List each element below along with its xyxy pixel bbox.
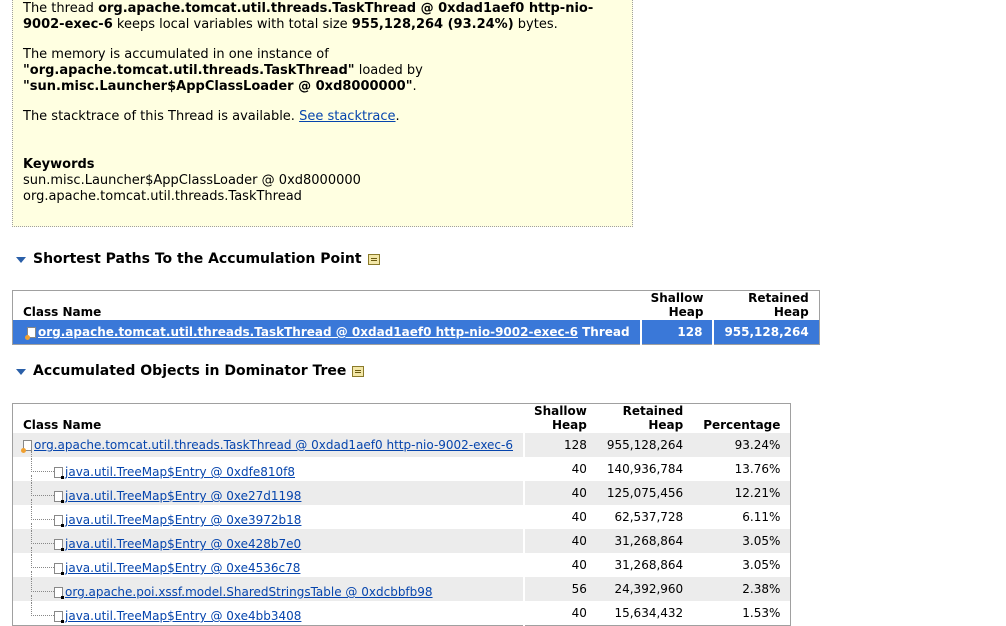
description-paragraph-3: The stacktrace of this Thread is availab…: [23, 109, 400, 124]
retained-heap-cell: 140,936,784: [606, 462, 684, 476]
object-link[interactable]: java.util.TreeMap$Entry @ 0xe428b7e0: [65, 537, 301, 551]
retained-heap-cell: 125,075,456: [596, 481, 694, 505]
shallow-heap-cell: 40: [571, 606, 587, 620]
description-paragraph-2: The memory is accumulated in one instanc…: [23, 47, 423, 94]
percentage-cell: 93.24%: [693, 433, 791, 457]
shallow-heap-cell: 56: [524, 577, 597, 601]
percentage-cell: 3.05%: [742, 558, 781, 572]
keyword-item: sun.misc.Launcher$AppClassLoader @ 0xd80…: [23, 173, 361, 188]
retained-heap-cell: 31,268,864: [614, 558, 684, 572]
tree-connector: [31, 595, 54, 616]
column-header-shallow-heap[interactable]: Shallow Heap: [641, 291, 714, 321]
shallow-heap-cell: 40: [571, 462, 587, 476]
shortest-paths-title: Shortest Paths To the Accumulation Point: [33, 251, 362, 267]
shallow-heap-cell: 40: [571, 558, 587, 572]
keyword-item: org.apache.tomcat.util.threads.TaskThrea…: [23, 189, 302, 204]
table-row[interactable]: java.util.TreeMap$Entry @ 0xe4bb3408 40 …: [12, 595, 791, 626]
class-name-cell: java.util.TreeMap$Entry @ 0xdfe810f8: [12, 451, 525, 481]
table-row[interactable]: org.apache.tomcat.util.threads.TaskThrea…: [12, 433, 791, 457]
column-header-retained-heap[interactable]: Retained Heap: [597, 404, 693, 434]
table-row[interactable]: java.util.TreeMap$Entry @ 0xe428b7e0 40 …: [12, 523, 791, 553]
table-header-row: Class Name Shallow Heap Retained Heap Pe…: [13, 404, 791, 434]
tree-connector: [31, 475, 54, 496]
percentage-cell: 3.05%: [693, 529, 791, 553]
table-row[interactable]: org.apache.tomcat.util.threads.TaskThrea…: [12, 320, 820, 345]
object-link[interactable]: org.apache.tomcat.util.threads.TaskThrea…: [38, 325, 578, 339]
percentage-cell: 13.76%: [734, 462, 781, 476]
object-link[interactable]: java.util.TreeMap$Entry @ 0xdfe810f8: [65, 465, 295, 479]
percentage-cell: 12.21%: [693, 481, 791, 505]
tree-connector: [31, 523, 54, 544]
percentage-cell: 6.11%: [742, 510, 781, 524]
class-name-cell: java.util.TreeMap$Entry @ 0xe4bb3408: [12, 595, 525, 626]
collapse-triangle-icon[interactable]: [16, 369, 26, 375]
retained-heap-cell: 24,392,960: [596, 577, 694, 601]
see-stacktrace-link[interactable]: See stacktrace: [299, 109, 395, 124]
object-icon: [54, 515, 64, 527]
shallow-heap-cell: 40: [524, 481, 597, 505]
percentage-cell: 1.53%: [742, 606, 781, 620]
shortest-paths-table: Class Name Shallow Heap Retained Heap or…: [12, 290, 820, 345]
object-link[interactable]: java.util.TreeMap$Entry @ 0xe27d1198: [65, 489, 301, 503]
column-header-retained-heap[interactable]: Retained Heap: [713, 291, 819, 321]
retained-heap-cell: 62,537,728: [614, 510, 684, 524]
tree-connector: [31, 547, 54, 568]
class-name-cell: org.apache.tomcat.util.threads.TaskThrea…: [12, 320, 642, 345]
table-row[interactable]: java.util.TreeMap$Entry @ 0xdfe810f8 40 …: [12, 451, 791, 481]
class-name-cell: org.apache.tomcat.util.threads.TaskThrea…: [12, 433, 525, 457]
class-name-cell: java.util.TreeMap$Entry @ 0xe3972b18: [12, 499, 525, 529]
column-header-percentage[interactable]: Percentage: [693, 404, 791, 434]
object-link[interactable]: java.util.TreeMap$Entry @ 0xe4536c78: [65, 561, 300, 575]
table-row[interactable]: java.util.TreeMap$Entry @ 0xe3972b18 40 …: [12, 499, 791, 529]
problem-description-panel: The thread org.apache.tomcat.util.thread…: [12, 0, 633, 227]
details-icon[interactable]: [367, 253, 380, 265]
table-row[interactable]: java.util.TreeMap$Entry @ 0xe27d1198 40 …: [12, 475, 791, 505]
column-header-class-name[interactable]: Class Name: [13, 291, 641, 321]
tree-connector: [31, 451, 54, 472]
dominator-tree-table: Class Name Shallow Heap Retained Heap Pe…: [12, 403, 792, 626]
tree-connector: [31, 571, 54, 592]
thread-object-icon: [21, 440, 32, 453]
class-name-cell: java.util.TreeMap$Entry @ 0xe4536c78: [12, 547, 525, 577]
object-link[interactable]: org.apache.tomcat.util.threads.TaskThrea…: [34, 438, 513, 452]
object-icon: [54, 491, 64, 503]
object-link[interactable]: java.util.TreeMap$Entry @ 0xe4bb3408: [65, 609, 301, 623]
object-icon: [54, 587, 64, 599]
details-icon[interactable]: [352, 365, 365, 377]
table-row[interactable]: org.apache.poi.xssf.model.SharedStringsT…: [12, 571, 791, 601]
object-link[interactable]: org.apache.poi.xssf.model.SharedStringsT…: [65, 585, 433, 599]
thread-object-icon: [25, 327, 36, 340]
shallow-heap-cell: 40: [524, 529, 597, 553]
retained-heap-cell: 955,128,264: [596, 433, 694, 457]
table-row[interactable]: java.util.TreeMap$Entry @ 0xe4536c78 40 …: [12, 547, 791, 577]
class-name-cell: java.util.TreeMap$Entry @ 0xe428b7e0: [12, 523, 525, 553]
tree-connector: [31, 499, 54, 520]
table-header-row: Class Name Shallow Heap Retained Heap: [13, 291, 820, 321]
object-icon: [54, 539, 64, 551]
shortest-paths-header[interactable]: Shortest Paths To the Accumulation Point: [16, 251, 380, 267]
retained-heap-cell: 955,128,264: [713, 320, 820, 345]
retained-heap-cell: 31,268,864: [596, 529, 694, 553]
shallow-heap-cell: 40: [571, 510, 587, 524]
shallow-heap-cell: 128: [524, 433, 597, 457]
object-icon: [54, 563, 64, 575]
class-name-cell: java.util.TreeMap$Entry @ 0xe27d1198: [12, 475, 525, 505]
dominator-tree-header[interactable]: Accumulated Objects in Dominator Tree: [16, 363, 365, 379]
column-header-class-name[interactable]: Class Name: [13, 404, 525, 434]
retained-heap-cell: 15,634,432: [614, 606, 684, 620]
dominator-tree-title: Accumulated Objects in Dominator Tree: [33, 363, 347, 379]
keywords-heading: Keywords: [23, 157, 95, 172]
collapse-triangle-icon[interactable]: [16, 257, 26, 263]
object-icon: [54, 467, 64, 479]
percentage-cell: 2.38%: [693, 577, 791, 601]
description-paragraph-1: The thread org.apache.tomcat.util.thread…: [23, 1, 594, 32]
shallow-heap-cell: 128: [640, 320, 715, 345]
class-name-cell: org.apache.poi.xssf.model.SharedStringsT…: [12, 571, 525, 601]
column-header-shallow-heap[interactable]: Shallow Heap: [524, 404, 597, 434]
object-link[interactable]: java.util.TreeMap$Entry @ 0xe3972b18: [65, 513, 301, 527]
